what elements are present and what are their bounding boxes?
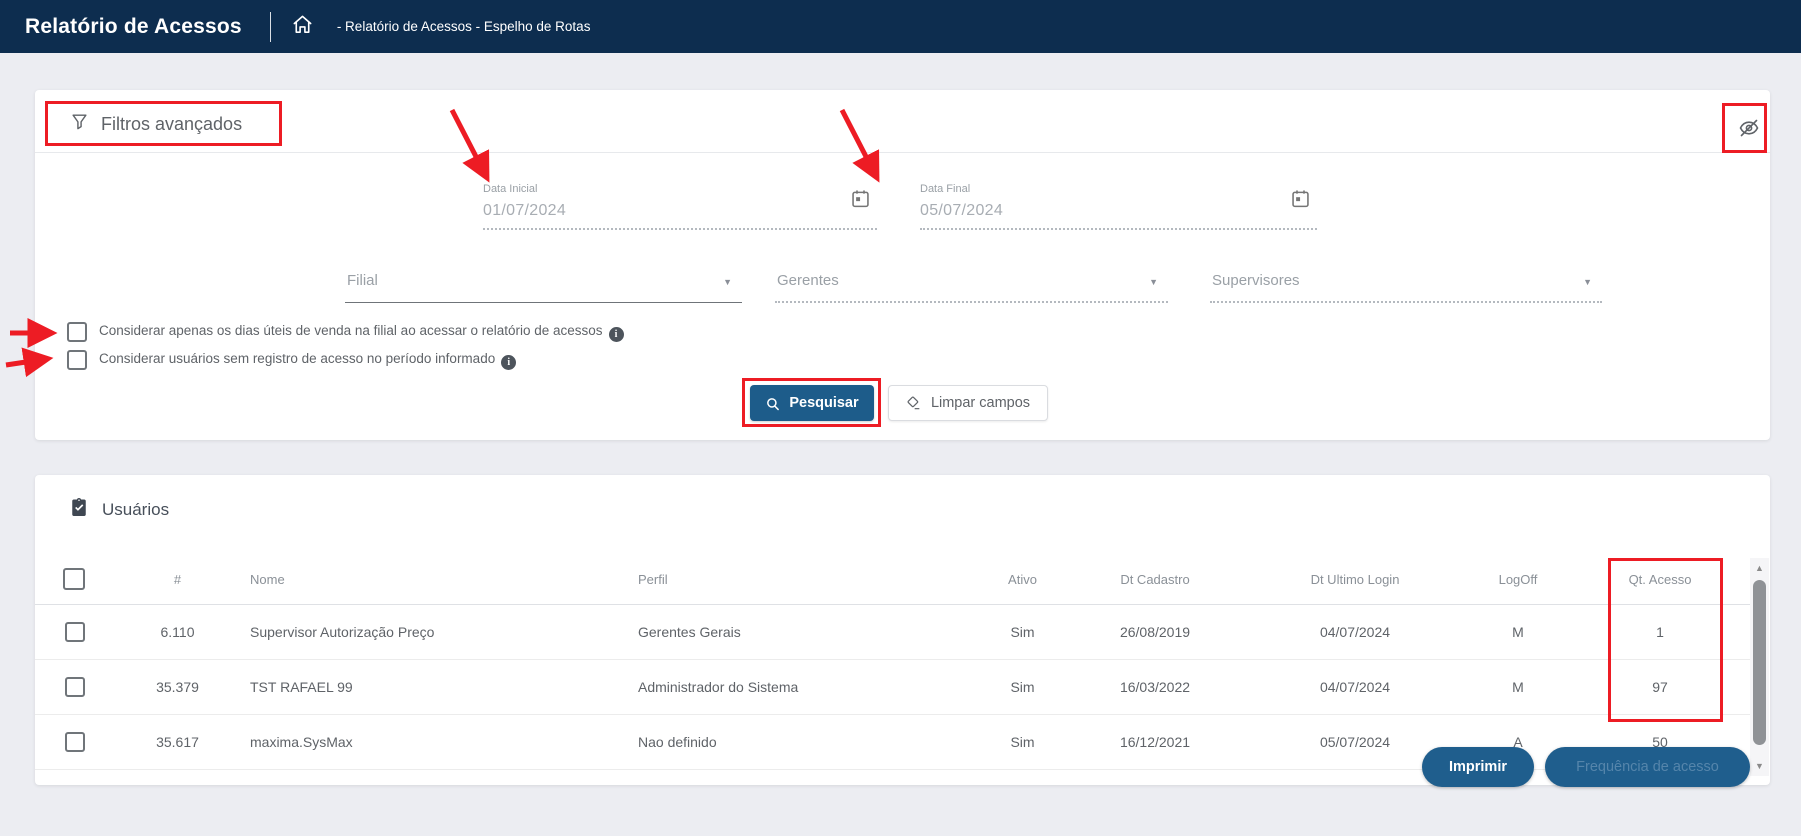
column-header-ativo[interactable]: Ativo — [960, 572, 1085, 587]
date-final-label: Data Final — [920, 183, 1317, 195]
page-title: Relatório de Acessos — [25, 15, 242, 39]
column-header-dtultimologin[interactable]: Dt Ultimo Login — [1295, 572, 1415, 587]
frequencia-acesso-button-label: Frequência de acesso — [1576, 759, 1719, 775]
home-icon — [291, 13, 314, 41]
toggle-visibility-button[interactable] — [1734, 115, 1764, 145]
breadcrumb: - Relatório de Acessos - Espelho de Rota… — [337, 19, 591, 34]
cell-nome: maxima.SysMax — [250, 734, 580, 750]
row-checkbox[interactable] — [65, 677, 85, 697]
cell-perfil: Gerentes Gerais — [638, 624, 938, 640]
cell-logoff: M — [1468, 624, 1568, 640]
supervisores-select-label: Supervisores — [1212, 272, 1300, 289]
date-final-field[interactable]: Data Final 05/07/2024 — [920, 183, 1317, 230]
advanced-filters-panel: Filtros avançados Data Inicial 01/07/202… — [35, 90, 1770, 440]
sem-registro-checkbox[interactable] — [67, 350, 87, 370]
gerentes-select-label: Gerentes — [777, 272, 839, 289]
frequencia-acesso-button[interactable]: Frequência de acesso — [1545, 747, 1750, 787]
cell-perfil: Nao definido — [638, 734, 938, 750]
limpar-campos-button[interactable]: Limpar campos — [888, 385, 1048, 421]
row-checkbox[interactable] — [65, 622, 85, 642]
limpar-campos-button-label: Limpar campos — [931, 395, 1030, 411]
dias-uteis-checkbox-label: Considerar apenas os dias úteis de venda… — [99, 323, 624, 342]
filter-funnel-icon — [70, 112, 89, 136]
cell-ativo: Sim — [960, 679, 1085, 695]
chevron-down-icon: ▼ — [1583, 277, 1592, 287]
calendar-icon[interactable] — [1290, 188, 1311, 214]
cell-dtcadastro: 26/08/2019 — [1095, 624, 1215, 640]
cell-dtultimologin: 05/07/2024 — [1295, 734, 1415, 750]
column-header-dtcadastro[interactable]: Dt Cadastro — [1095, 572, 1215, 587]
pesquisar-button[interactable]: Pesquisar — [750, 385, 874, 421]
filial-select-label: Filial — [347, 272, 378, 289]
header-divider — [270, 12, 271, 42]
date-final-value: 05/07/2024 — [920, 202, 1317, 220]
scroll-up-icon[interactable]: ▲ — [1750, 563, 1769, 573]
cell-dtultimologin: 04/07/2024 — [1295, 679, 1415, 695]
cell-dtcadastro: 16/03/2022 — [1095, 679, 1215, 695]
table-header-row: # Nome Perfil Ativo Dt Cadastro Dt Ultim… — [35, 555, 1750, 605]
eraser-icon — [906, 395, 922, 411]
users-panel: Usuários # Nome Perfil Ativo Dt Cadastro… — [35, 475, 1770, 785]
cell-id: 6.110 — [130, 624, 225, 640]
cell-qtacesso: 1 — [1605, 624, 1715, 640]
home-button[interactable] — [289, 13, 317, 41]
eye-off-icon — [1737, 116, 1761, 145]
cell-qtacesso: 97 — [1605, 679, 1715, 695]
table-row[interactable]: 35.379 TST RAFAEL 99 Administrador do Si… — [35, 660, 1750, 715]
gerentes-select[interactable]: Gerentes ▼ — [775, 270, 1168, 303]
column-header-perfil[interactable]: Perfil — [638, 572, 938, 587]
column-header-nome[interactable]: Nome — [250, 572, 580, 587]
cell-id: 35.617 — [130, 734, 225, 750]
info-icon[interactable]: i — [609, 327, 624, 342]
chevron-down-icon: ▼ — [1149, 277, 1158, 287]
cell-dtcadastro: 16/12/2021 — [1095, 734, 1215, 750]
chevron-down-icon: ▼ — [723, 277, 732, 287]
table-row[interactable]: 6.110 Supervisor Autorização Preço Geren… — [35, 605, 1750, 660]
cell-nome: TST RAFAEL 99 — [250, 679, 580, 695]
users-title: Usuários — [102, 500, 169, 520]
date-initial-value: 01/07/2024 — [483, 202, 877, 220]
date-initial-field[interactable]: Data Inicial 01/07/2024 — [483, 183, 877, 230]
filters-title: Filtros avançados — [101, 114, 242, 135]
info-icon[interactable]: i — [501, 355, 516, 370]
calendar-icon[interactable] — [850, 188, 871, 214]
column-header-logoff[interactable]: LogOff — [1468, 572, 1568, 587]
scroll-down-icon[interactable]: ▼ — [1750, 761, 1769, 771]
pesquisar-button-label: Pesquisar — [789, 395, 858, 411]
cell-ativo: Sim — [960, 734, 1085, 750]
filial-select[interactable]: Filial ▼ — [345, 270, 742, 303]
cell-id: 35.379 — [130, 679, 225, 695]
cell-nome: Supervisor Autorização Preço — [250, 624, 580, 640]
top-app-bar: Relatório de Acessos - Relatório de Aces… — [0, 0, 1801, 53]
column-header-qtacesso[interactable]: Qt. Acesso — [1605, 572, 1715, 587]
cell-perfil: Administrador do Sistema — [638, 679, 938, 695]
table-scrollbar[interactable]: ▲ ▼ — [1750, 558, 1769, 776]
filters-header-divider — [35, 152, 1770, 153]
dias-uteis-checkbox[interactable] — [67, 322, 87, 342]
select-all-checkbox[interactable] — [63, 568, 85, 590]
sem-registro-checkbox-label: Considerar usuários sem registro de aces… — [99, 351, 516, 370]
supervisores-select[interactable]: Supervisores ▼ — [1210, 270, 1602, 303]
imprimir-button-label: Imprimir — [1449, 759, 1507, 775]
cell-logoff: M — [1468, 679, 1568, 695]
scrollbar-thumb[interactable] — [1753, 580, 1766, 745]
filters-header: Filtros avançados — [70, 112, 242, 136]
cell-dtultimologin: 04/07/2024 — [1295, 624, 1415, 640]
users-header: Usuários — [70, 497, 169, 522]
checkbox-row-dias-uteis: Considerar apenas os dias úteis de venda… — [67, 322, 624, 342]
date-initial-label: Data Inicial — [483, 183, 877, 195]
checkbox-row-sem-registro: Considerar usuários sem registro de aces… — [67, 350, 516, 370]
cell-ativo: Sim — [960, 624, 1085, 640]
clipboard-check-icon — [70, 497, 88, 522]
row-checkbox[interactable] — [65, 732, 85, 752]
imprimir-button[interactable]: Imprimir — [1422, 747, 1534, 787]
search-icon — [765, 396, 780, 411]
column-header-id[interactable]: # — [130, 572, 225, 587]
